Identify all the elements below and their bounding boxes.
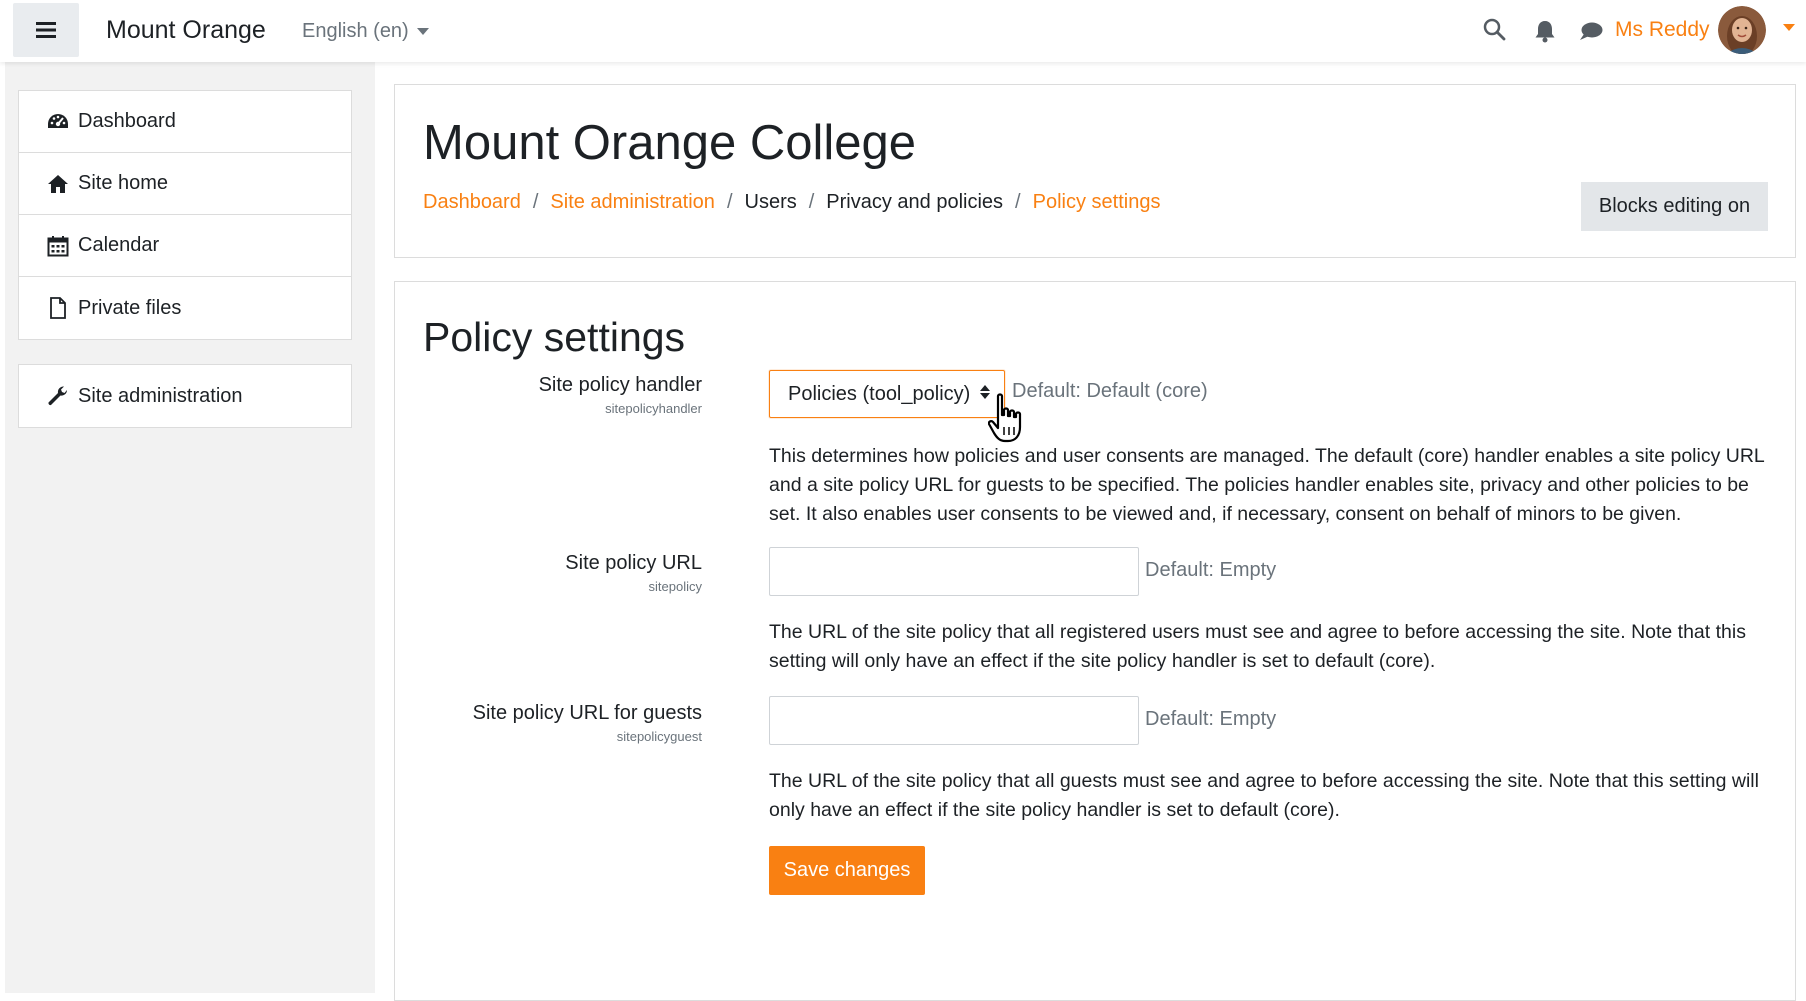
select-value: Policies (tool_policy) xyxy=(788,382,971,405)
site-policy-handler-select[interactable]: Policies (tool_policy) xyxy=(769,370,1005,418)
sidebar-item-private-files[interactable]: Private files xyxy=(19,277,351,339)
breadcrumb-site-administration[interactable]: Site administration xyxy=(550,191,715,214)
search-icon xyxy=(1483,18,1506,41)
top-navbar: Mount Orange English (en) Ms Reddy xyxy=(0,0,1806,62)
breadcrumb-users: Users xyxy=(744,191,797,213)
main-nav-block: Dashboard Site home Calendar Private fil… xyxy=(18,90,352,340)
sidebar-item-label: Private files xyxy=(78,296,182,319)
user-menu[interactable]: Ms Reddy xyxy=(1615,6,1766,54)
site-policy-url-input[interactable] xyxy=(769,547,1139,596)
blocks-editing-button[interactable]: Blocks editing on xyxy=(1581,182,1768,231)
drawer-toggle-button[interactable] xyxy=(13,3,79,57)
sidebar-item-label: Site home xyxy=(78,172,169,194)
setting-description: The URL of the site policy that all regi… xyxy=(769,621,1746,672)
messages-button[interactable] xyxy=(1576,16,1606,46)
default-note: Default: Empty xyxy=(1145,708,1277,730)
breadcrumb-separator: / xyxy=(726,191,733,213)
page-header: Mount Orange College Dashboard / Site ad… xyxy=(394,84,1796,258)
setting-label: Site policy URL for guests xyxy=(472,702,702,724)
sidebar-item-site-administration[interactable]: Site administration xyxy=(19,365,351,427)
page-title: Mount Orange College xyxy=(423,116,917,170)
setting-label-sitepolicyhandler: Site policy handler sitepolicyhandler xyxy=(539,374,702,416)
breadcrumb-dashboard[interactable]: Dashboard xyxy=(423,191,521,214)
breadcrumb-separator: / xyxy=(532,191,539,213)
admin-nav-block: Site administration xyxy=(18,364,352,428)
settings-card: Policy settings Site policy handler site… xyxy=(394,281,1796,1001)
settings-heading: Policy settings xyxy=(423,314,686,360)
bell-icon xyxy=(1535,21,1555,43)
calendar-icon xyxy=(46,234,70,258)
sidebar-item-site-home[interactable]: Site home xyxy=(19,153,351,215)
breadcrumb-separator: / xyxy=(1015,191,1021,213)
notifications-button[interactable] xyxy=(1530,16,1560,46)
setting-label-sitepolicy: Site policy URL sitepolicy xyxy=(565,552,702,594)
menu-icon xyxy=(36,22,56,38)
home-icon xyxy=(46,172,70,196)
nav-drawer: Dashboard Site home Calendar Private fil… xyxy=(5,62,375,993)
sidebar-item-dashboard[interactable]: Dashboard xyxy=(19,91,351,153)
chevron-down-icon xyxy=(416,28,429,35)
search-button[interactable] xyxy=(1479,14,1509,44)
breadcrumb: Dashboard / Site administration / Users … xyxy=(423,191,1160,214)
setting-description: The URL of the site policy that all gues… xyxy=(769,770,1759,821)
file-icon xyxy=(46,296,70,320)
dashboard-gauge-icon xyxy=(46,110,70,134)
setting-name: sitepolicyguest xyxy=(616,729,702,744)
setting-description: This determines how policies and user co… xyxy=(769,445,1765,525)
sidebar-item-calendar[interactable]: Calendar xyxy=(19,215,351,277)
setting-label: Site policy URL xyxy=(565,552,702,574)
language-label: English (en) xyxy=(302,20,409,42)
wrench-icon xyxy=(46,384,70,408)
avatar xyxy=(1717,6,1766,54)
chat-icon xyxy=(1580,22,1603,40)
save-changes-button[interactable]: Save changes xyxy=(769,846,925,895)
default-note: Default: Default (core) xyxy=(1012,380,1208,402)
default-note: Default: Empty xyxy=(1145,559,1277,581)
setting-name: sitepolicy xyxy=(648,579,702,594)
sidebar-item-label: Dashboard xyxy=(78,110,176,132)
breadcrumb-separator: / xyxy=(808,191,815,213)
sidebar-item-label: Calendar xyxy=(78,234,160,256)
site-brand-link[interactable]: Mount Orange xyxy=(106,16,266,45)
breadcrumb-policy-settings[interactable]: Policy settings xyxy=(1033,191,1161,214)
setting-label-sitepolicyguest: Site policy URL for guests sitepolicygue… xyxy=(473,702,702,744)
setting-name: sitepolicyhandler xyxy=(605,401,702,416)
user-menu-caret-icon[interactable] xyxy=(1783,24,1795,31)
user-name: Ms Reddy xyxy=(1615,18,1710,41)
breadcrumb-privacy-and-policies: Privacy and policies xyxy=(826,191,1004,213)
setting-label: Site policy handler xyxy=(538,374,702,396)
sidebar-item-label: Site administration xyxy=(78,384,243,407)
site-policy-url-guests-input[interactable] xyxy=(769,696,1139,745)
hand-pointer-cursor-icon xyxy=(988,393,1022,443)
language-menu[interactable]: English (en) xyxy=(302,20,429,43)
